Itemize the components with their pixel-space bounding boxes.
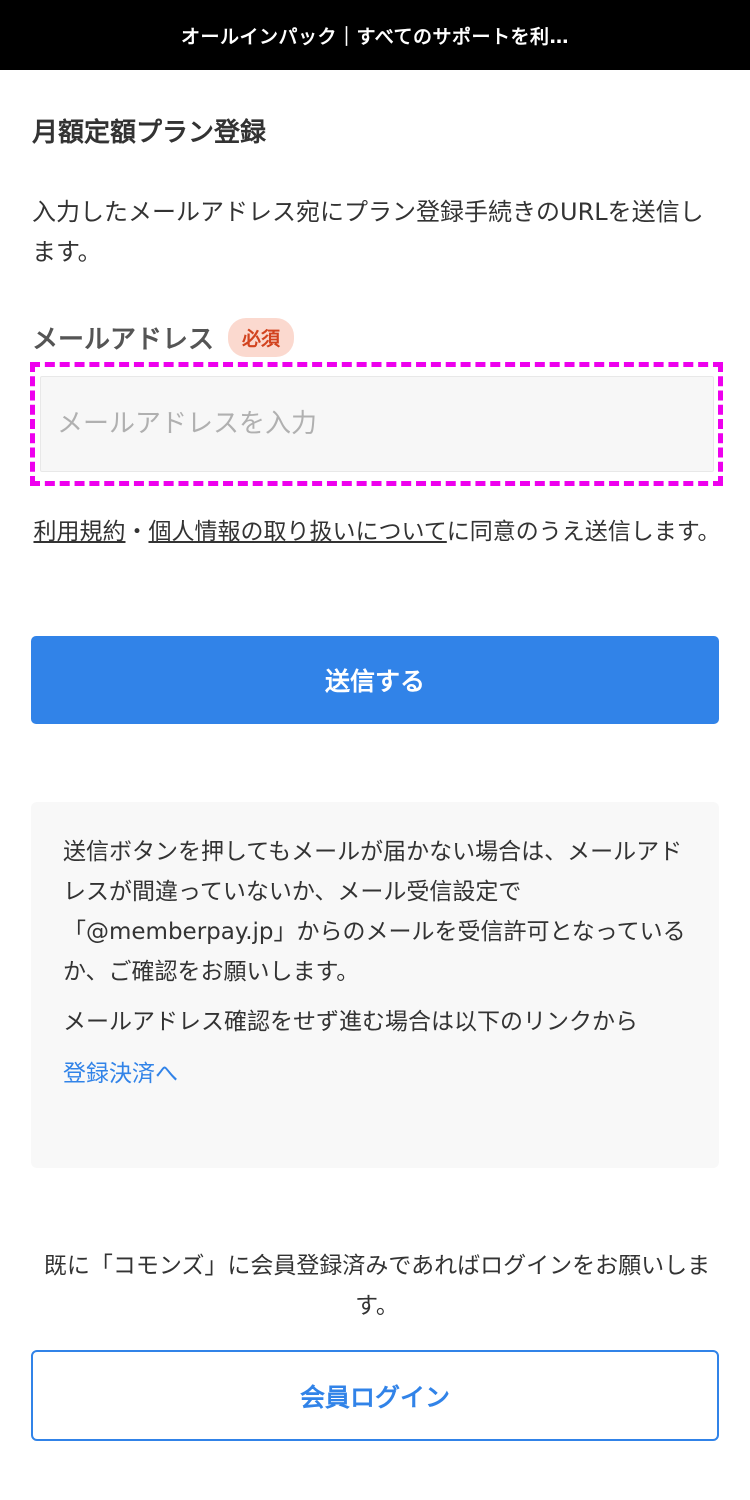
register-payment-link[interactable]: 登録決済へ (63, 1054, 178, 1088)
submit-button[interactable]: 送信する (31, 636, 719, 724)
notice-box: 送信ボタンを押してもメールが届かない場合は、メールアドレスが間違っていないか、メ… (31, 802, 719, 1168)
login-note: 既に「コモンズ」に会員登録済みであればログインをお願いします。 (43, 1253, 711, 1319)
terms-link[interactable]: 利用規約 (33, 519, 125, 545)
email-input[interactable] (40, 376, 714, 472)
email-label: メールアドレス (32, 325, 215, 355)
member-login-button[interactable]: 会員ログイン (31, 1350, 719, 1441)
required-badge: 必須 (228, 318, 295, 357)
page-title: 月額定額プラン登録 (32, 118, 267, 148)
notice-paragraph: 送信ボタンを押してもメールが届かない場合は、メールアドレスが間違っていないか、メ… (63, 839, 686, 985)
notice-skip-paragraph: メールアドレス確認をせず進む場合は以下のリンクから (63, 1009, 638, 1035)
email-label-row: メールアドレス 必須 (32, 318, 295, 357)
consent-suffix: に同意のうえ送信します。 (446, 519, 721, 545)
header-title: オールインパック｜すべてのサポートを利… (181, 25, 569, 48)
form-description: 入力したメールアドレス宛にプラン登録手続きのURLを送信します。 (32, 198, 704, 266)
consent-text: 利用規約・個人情報の取り扱いについてに同意のうえ送信します。 (32, 512, 722, 552)
page-header: オールインパック｜すべてのサポートを利… (0, 0, 750, 70)
privacy-policy-link[interactable]: 個人情報の取り扱いについて (148, 519, 446, 545)
consent-separator: ・ (125, 519, 149, 545)
